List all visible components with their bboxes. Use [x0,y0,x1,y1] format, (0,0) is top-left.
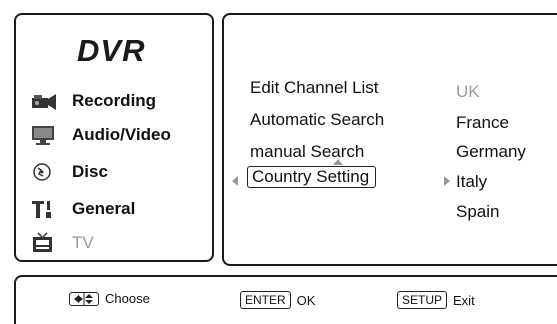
choose-hint: Choose [69,291,150,306]
exit-hint: SETUP Exit [397,291,475,309]
right-arrow-icon [444,176,450,186]
disc-icon [30,161,58,183]
country-option-france[interactable]: France [456,113,509,133]
country-option-italy[interactable]: Italy [456,172,487,192]
settings-panel: Edit Channel List Automatic Search manua… [222,13,557,266]
sidebar-panel: DVR Recording Audio/Video Disc General T… [14,13,214,262]
menu-item-country-setting[interactable]: Country Setting [247,166,377,188]
sidebar-item-audio-video[interactable]: Audio/Video [30,122,171,148]
monitor-icon [30,124,58,146]
ok-label: OK [296,292,316,308]
country-option-spain[interactable]: Spain [456,202,499,222]
country-option-uk[interactable]: UK [456,82,480,102]
menu-item-automatic-search[interactable]: Automatic Search [250,110,384,130]
tv-icon [30,232,58,254]
navigation-arrows-icon [69,291,99,306]
up-arrow-icon [333,159,343,165]
setup-key: SETUP [397,291,448,309]
sidebar-item-disc[interactable]: Disc [30,159,108,185]
exit-label: Exit [453,292,475,308]
sidebar-item-tv[interactable]: TV [30,230,94,256]
sidebar-item-label: Disc [72,162,108,181]
left-arrow-icon [232,176,238,186]
enter-key: ENTER [240,291,291,309]
dvr-logo: DVR [77,33,146,68]
sidebar-item-recording[interactable]: Recording [30,88,156,114]
menu-item-manual-search[interactable]: manual Search [250,142,364,162]
choose-label: Choose [105,291,150,306]
sidebar-item-label: Recording [72,91,157,110]
sidebar-item-general[interactable]: General [30,196,135,222]
sidebar-item-label: General [72,199,136,218]
tools-icon [30,198,58,220]
menu-item-edit-channel-list[interactable]: Edit Channel List [250,78,379,98]
camcorder-icon [30,90,58,112]
sidebar-item-label: Audio/Video [72,125,171,144]
footer-help-bar: Choose ENTER OK SETUP Exit [14,275,557,324]
ok-hint: ENTER OK [240,291,315,309]
country-option-germany[interactable]: Germany [456,142,526,162]
sidebar-item-label: TV [72,233,94,252]
